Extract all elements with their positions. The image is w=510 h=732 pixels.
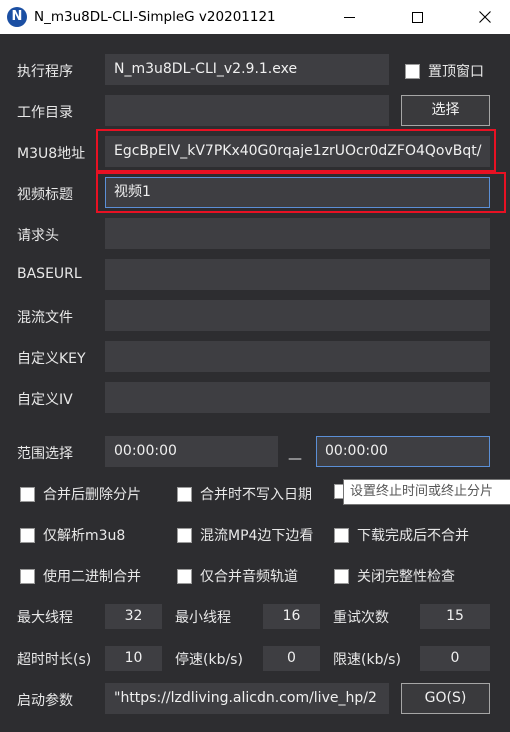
- select-button[interactable]: 选择: [401, 95, 490, 126]
- binary-merge-label: 使用二进制合并: [43, 569, 141, 585]
- mux-mp4-label: 混流MP4边下边看: [200, 528, 314, 544]
- key-input[interactable]: [105, 341, 490, 372]
- checkbox-box: [334, 527, 349, 543]
- range-end-input[interactable]: 00:00:00: [316, 436, 490, 467]
- checkbox-box: [177, 527, 192, 543]
- checkbox-box: [20, 568, 35, 584]
- headers-input[interactable]: [105, 218, 490, 249]
- delete-after-merge-label: 合并后删除分片: [43, 487, 141, 503]
- title-input[interactable]: 视频1: [105, 177, 490, 208]
- stop-speed-label: 停速(kb/s): [175, 652, 243, 668]
- minimize-button[interactable]: [326, 0, 372, 34]
- topmost-label: 置顶窗口: [428, 64, 484, 80]
- checkbox-box: [405, 63, 420, 79]
- max-threads-label: 最大线程: [17, 610, 73, 626]
- limit-speed-label: 限速(kb/s): [333, 652, 401, 668]
- retries-input[interactable]: 15: [420, 604, 490, 629]
- timeout-label: 超时时长(s): [17, 652, 92, 668]
- no-merge-label: 下载完成后不合并: [357, 528, 469, 544]
- range-label: 范围选择: [17, 446, 73, 462]
- checkbox-box: [20, 527, 35, 543]
- go-button[interactable]: GO(S): [401, 683, 490, 714]
- timeout-input[interactable]: 10: [105, 646, 162, 671]
- binary-merge-checkbox[interactable]: 使用二进制合并: [20, 566, 141, 586]
- workdir-input[interactable]: [105, 95, 389, 126]
- exe-label: 执行程序: [17, 64, 73, 80]
- range-start-input[interactable]: 00:00:00: [105, 436, 278, 467]
- mux-input[interactable]: [105, 300, 490, 331]
- baseurl-input[interactable]: [105, 259, 490, 290]
- delete-after-merge-checkbox[interactable]: 合并后删除分片: [20, 484, 141, 504]
- retries-label: 重试次数: [333, 610, 389, 626]
- launch-args-label: 启动参数: [17, 693, 73, 709]
- mux-label: 混流文件: [17, 310, 73, 326]
- no-integrity-checkbox[interactable]: 关闭完整性检查: [334, 566, 455, 586]
- topmost-checkbox[interactable]: 置顶窗口: [405, 61, 484, 81]
- range-separator: —: [288, 451, 302, 467]
- no-merge-checkbox[interactable]: 下载完成后不合并: [334, 525, 469, 545]
- checkbox-box: [177, 486, 192, 502]
- m3u8-input[interactable]: EgcBpElV_kV7PKx40G0rqaje1zrUOcr0dZFO4Qov…: [105, 136, 490, 167]
- iv-label: 自定义IV: [17, 392, 73, 408]
- window-title: N_m3u8DL-CLI-SimpleG v20201121: [34, 9, 276, 25]
- min-threads-label: 最小线程: [175, 610, 231, 626]
- app-icon: N: [7, 7, 27, 27]
- m3u8-label: M3U8地址: [17, 146, 86, 162]
- title-bar: N N_m3u8DL-CLI-SimpleG v20201121: [0, 0, 510, 34]
- checkbox-box: [177, 568, 192, 584]
- audio-only-label: 仅合并音频轨道: [200, 569, 298, 585]
- close-icon: [479, 11, 491, 23]
- limit-speed-input[interactable]: 0: [420, 646, 490, 671]
- headers-label: 请求头: [17, 228, 59, 244]
- workdir-label: 工作目录: [17, 105, 73, 121]
- title-label: 视频标题: [17, 187, 73, 203]
- close-button[interactable]: [462, 0, 508, 34]
- no-integrity-label: 关闭完整性检查: [357, 569, 455, 585]
- maximize-button[interactable]: [394, 0, 440, 34]
- checkbox-box: [334, 568, 349, 584]
- max-threads-input[interactable]: 32: [105, 604, 162, 629]
- tooltip: 设置终止时间或终止分片: [343, 479, 510, 505]
- maximize-icon: [411, 11, 423, 23]
- baseurl-label: BASEURL: [17, 266, 82, 282]
- stop-speed-input[interactable]: 0: [263, 646, 320, 671]
- launch-args-input[interactable]: "https://lzdliving.alicdn.com/live_hp/2: [105, 683, 389, 714]
- parse-only-checkbox[interactable]: 仅解析m3u8: [20, 525, 125, 545]
- minimize-icon: [343, 16, 355, 18]
- no-date-checkbox[interactable]: 合并时不写入日期: [177, 484, 312, 504]
- parse-only-label: 仅解析m3u8: [43, 528, 126, 544]
- exe-input[interactable]: N_m3u8DL-CLI_v2.9.1.exe: [105, 54, 389, 85]
- mux-mp4-checkbox[interactable]: 混流MP4边下边看: [177, 525, 313, 545]
- min-threads-input[interactable]: 16: [263, 604, 320, 629]
- checkbox-box: [20, 486, 35, 502]
- no-date-label: 合并时不写入日期: [200, 487, 312, 503]
- audio-only-checkbox[interactable]: 仅合并音频轨道: [177, 566, 298, 586]
- iv-input[interactable]: [105, 382, 490, 413]
- key-label: 自定义KEY: [17, 351, 86, 367]
